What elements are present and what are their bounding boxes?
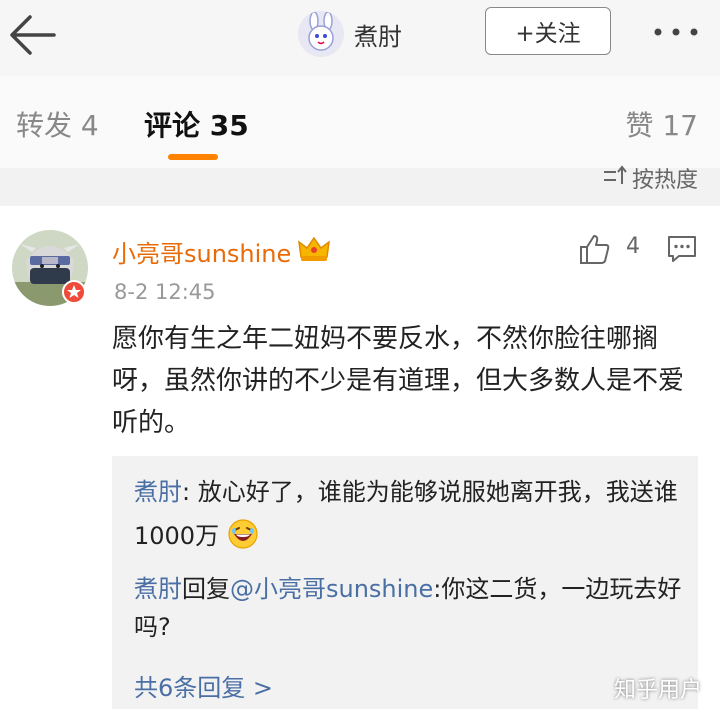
laughing-emoji-icon [227,518,259,564]
profile-header[interactable]: 煮肘 [298,10,402,58]
reply-item: 煮肘回复@小亮哥sunshine:你这二货，一边玩去好吗? [134,570,684,646]
reply-word: 回复 [182,575,230,603]
replies-box: 煮肘: 放心好了，谁能为能够说服她离开我，我送谁1000万 煮肘回复@小亮哥su… [112,456,698,709]
active-tab-indicator [168,154,218,160]
avatar[interactable] [298,11,344,57]
sort-button[interactable]: 按热度 [602,162,698,194]
mention-link[interactable]: @小亮哥sunshine [230,575,433,603]
sort-icon [602,164,628,192]
reply-author-link[interactable]: 煮肘 [134,478,182,506]
back-arrow-icon[interactable] [4,10,60,60]
more-replies-link[interactable]: 共6条回复 > [134,668,273,703]
tab-repost[interactable]: 转发 4 [16,104,99,144]
more-dots-icon[interactable] [646,12,706,52]
tab-bar: 转发 4 评论 35 赞 17 [0,76,720,168]
top-bar: 煮肘 +关注 [0,0,720,76]
follow-button[interactable]: +关注 [485,7,611,55]
sort-bar: 按热度 [0,165,720,206]
crown-icon [297,235,331,269]
page-title: 煮肘 [354,22,402,51]
reply-comment-icon[interactable] [666,234,698,264]
tab-comments[interactable]: 评论 35 [144,104,249,144]
commenter-avatar[interactable] [12,230,88,306]
username-text: 小亮哥sunshine [112,240,292,268]
comment-username[interactable]: 小亮哥sunshine [112,234,331,269]
comment-text: 愿你有生之年二妞妈不要反水，不然你脸往哪搁呀，虽然你讲的不少是有道理，但大多数人… [112,324,685,438]
watermark: 知乎用户 [613,678,702,703]
reply-text: : 放心好了，谁能为能够说服她离开我，我送谁1000万 [134,478,678,550]
reply-item: 煮肘: 放心好了，谁能为能够说服她离开我，我送谁1000万 [134,470,684,564]
like-count: 4 [626,234,640,259]
reply-author-link[interactable]: 煮肘 [134,575,182,603]
thumbs-up-icon[interactable] [578,232,612,266]
comment-time: 8-2 12:45 [114,280,216,304]
sort-label: 按热度 [631,168,698,193]
tab-likes[interactable]: 赞 17 [625,104,698,144]
